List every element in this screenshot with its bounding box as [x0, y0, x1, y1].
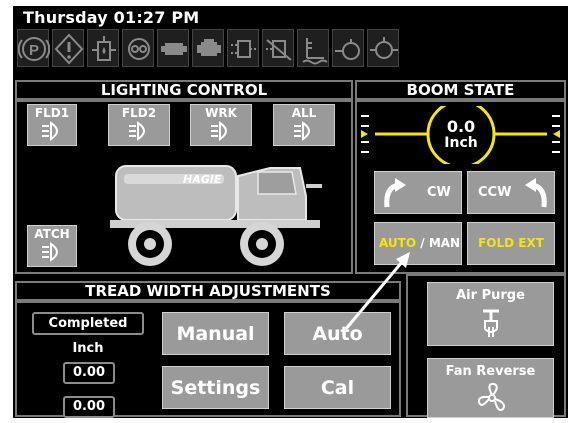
annotation-arrow	[343, 252, 410, 331]
